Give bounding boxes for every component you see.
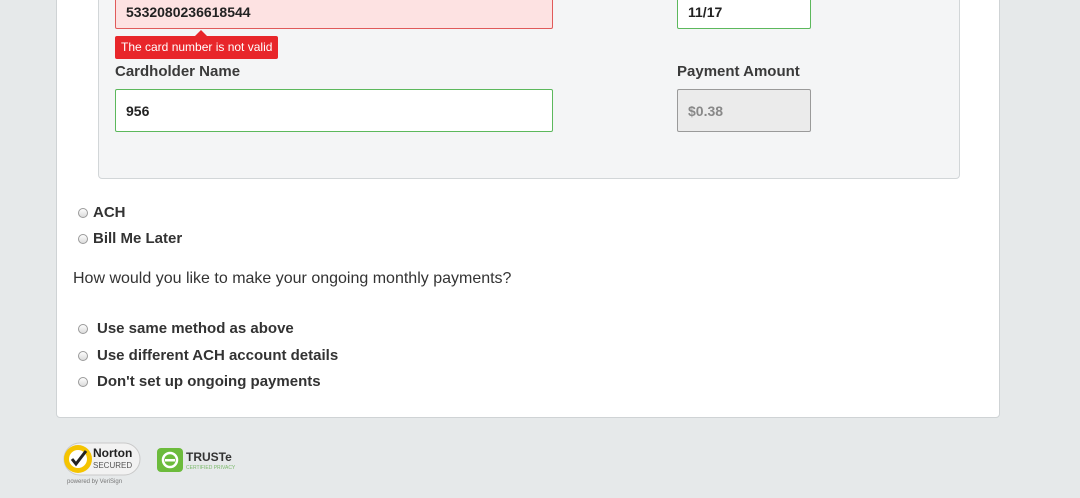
norton-secured-badge[interactable]: Norton SECURED powered by VeriSign: [60, 440, 144, 486]
radio-button[interactable]: [78, 233, 88, 244]
expiry-value: 11/17: [688, 3, 723, 20]
radio-same-method[interactable]: Use same method as above: [78, 320, 294, 337]
radio-no-ongoing-label: Don't set up ongoing payments: [97, 373, 321, 390]
radio-same-method-label: Use same method as above: [97, 320, 294, 337]
payment-amount-field: $0.38: [677, 89, 811, 132]
radio-button[interactable]: [78, 323, 88, 334]
payment-amount-label: Payment Amount: [677, 63, 800, 80]
radio-bill-me-later-label: Bill Me Later: [93, 230, 183, 247]
radio-no-ongoing[interactable]: Don't set up ongoing payments: [78, 373, 321, 390]
radio-button[interactable]: [78, 207, 88, 218]
truste-badge[interactable]: TRUSTe CERTIFIED PRIVACY: [156, 446, 256, 474]
card-number-error-text: The card number is not valid: [121, 40, 273, 54]
card-number-input[interactable]: 5332080236618544: [115, 0, 553, 29]
truste-sub-text: CERTIFIED PRIVACY: [186, 465, 236, 471]
radio-button[interactable]: [78, 350, 88, 361]
norton-secured-text: SECURED: [93, 461, 132, 470]
norton-powered-text: powered by VeriSign: [67, 479, 122, 485]
card-number-value: 5332080236618544: [126, 3, 251, 20]
radio-different-ach-label: Use different ACH account details: [97, 347, 339, 364]
expiry-input[interactable]: 11/17: [677, 0, 811, 29]
cardholder-name-value: 956: [126, 102, 150, 119]
radio-button[interactable]: [78, 376, 88, 387]
payment-amount-value: $0.38: [688, 102, 724, 119]
card-number-error-tooltip: The card number is not valid: [115, 30, 279, 59]
cardholder-name-input[interactable]: 956: [115, 89, 553, 132]
radio-ach-label: ACH: [93, 204, 126, 221]
truste-logo-icon: TRUSTe CERTIFIED PRIVACY: [157, 448, 236, 472]
radio-different-ach[interactable]: Use different ACH account details: [78, 347, 338, 364]
truste-title-text: TRUSTe: [186, 450, 232, 464]
norton-text: Norton: [93, 446, 132, 460]
radio-ach[interactable]: ACH: [78, 204, 126, 221]
cardholder-label: Cardholder Name: [115, 63, 241, 80]
radio-bill-me-later[interactable]: Bill Me Later: [78, 230, 182, 247]
ongoing-payments-question: How would you like to make your ongoing …: [73, 270, 512, 287]
norton-logo-icon: Norton SECURED powered by VeriSign: [63, 442, 141, 485]
